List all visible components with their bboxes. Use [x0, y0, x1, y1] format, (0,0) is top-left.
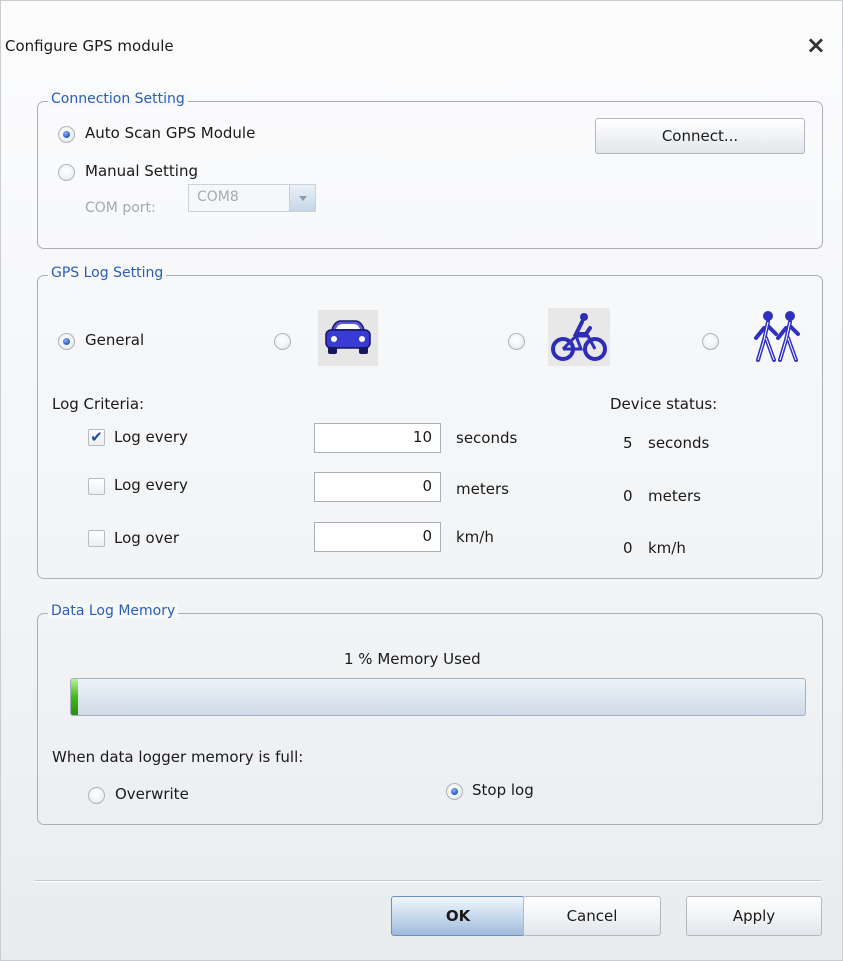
log-seconds-input[interactable]: 10: [314, 423, 441, 453]
gps-log-setting-group: GPS Log Setting General Log Criteria: De…: [37, 265, 823, 579]
chevron-down-icon: [289, 185, 315, 211]
log-every-meters-checkbox[interactable]: [88, 478, 105, 495]
status-speed-value: 0: [623, 539, 633, 557]
overwrite-radio[interactable]: [88, 787, 105, 804]
log-over-label: Log over: [114, 529, 180, 547]
hiking-icon: [754, 311, 800, 362]
device-status-label: Device status:: [610, 395, 718, 413]
auto-scan-label: Auto Scan GPS Module: [85, 124, 256, 142]
mode-car-radio[interactable]: [274, 333, 291, 350]
mode-general-radio[interactable]: [58, 333, 75, 350]
log-seconds-unit: seconds: [456, 429, 518, 447]
close-icon[interactable]: ×: [806, 31, 826, 59]
gps-log-setting-legend: GPS Log Setting: [48, 265, 167, 281]
manual-setting-label: Manual Setting: [85, 162, 198, 180]
log-meters-unit: meters: [456, 480, 509, 498]
memory-used-text: 1 % Memory Used: [344, 650, 481, 668]
log-over-speed-checkbox[interactable]: [88, 530, 105, 547]
memory-progress-bar: [70, 678, 806, 716]
configure-gps-dialog: Configure GPS module × Connection Settin…: [0, 0, 843, 961]
ok-button[interactable]: OK: [391, 896, 525, 936]
connection-setting-group: Connection Setting Auto Scan GPS Module …: [37, 91, 823, 249]
com-port-select[interactable]: COM8: [188, 184, 316, 212]
status-seconds-value: 5: [623, 434, 633, 452]
log-every-seconds-label: Log every: [114, 428, 188, 446]
status-meters-unit: meters: [648, 487, 701, 505]
stop-log-radio[interactable]: [446, 783, 463, 800]
log-every-seconds-checkbox[interactable]: ✔: [88, 429, 105, 446]
auto-scan-radio[interactable]: [58, 126, 75, 143]
connect-button[interactable]: Connect...: [595, 118, 805, 154]
log-meters-input[interactable]: 0: [314, 472, 441, 502]
manual-setting-radio[interactable]: [58, 164, 75, 181]
connection-setting-legend: Connection Setting: [48, 91, 188, 107]
mode-hiking-radio[interactable]: [702, 333, 719, 350]
status-seconds-unit: seconds: [648, 434, 710, 452]
memory-progress-fill: [71, 679, 79, 715]
dialog-title: Configure GPS module: [5, 37, 174, 55]
data-log-memory-legend: Data Log Memory: [48, 603, 179, 619]
when-full-label: When data logger memory is full:: [52, 748, 304, 766]
log-criteria-label: Log Criteria:: [52, 395, 145, 413]
bicycle-icon: [548, 308, 610, 366]
status-meters-value: 0: [623, 487, 633, 505]
mode-general-label: General: [85, 331, 145, 349]
log-every-meters-label: Log every: [114, 476, 188, 494]
com-port-label: COM port:: [85, 200, 156, 216]
cancel-button[interactable]: Cancel: [523, 896, 661, 936]
stop-log-label: Stop log: [472, 781, 534, 799]
footer-separator: [35, 880, 821, 882]
com-port-value: COM8: [197, 189, 239, 205]
apply-button[interactable]: Apply: [686, 896, 822, 936]
status-speed-unit: km/h: [648, 539, 686, 557]
mode-bicycle-radio[interactable]: [508, 333, 525, 350]
log-speed-unit: km/h: [456, 528, 494, 546]
overwrite-label: Overwrite: [115, 785, 189, 803]
car-icon: [318, 310, 378, 366]
data-log-memory-group: Data Log Memory 1 % Memory Used When dat…: [37, 603, 823, 825]
log-speed-input[interactable]: 0: [314, 522, 441, 552]
